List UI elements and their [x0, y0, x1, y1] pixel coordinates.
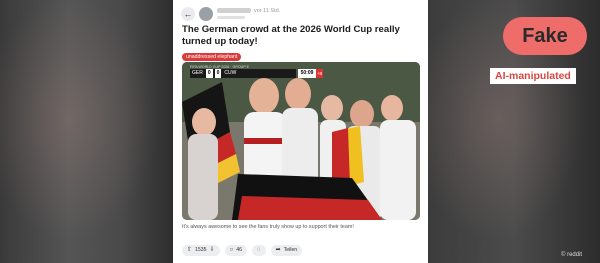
crowd-image	[182, 62, 420, 220]
post-meta: vor 11 Std.	[217, 8, 280, 14]
post-actions: ⇧ 1535 ⇩ ○ 46 ◌ ➦ Teilen	[182, 245, 303, 256]
post-age: vor 11 Std.	[254, 8, 281, 14]
back-button[interactable]: ←	[181, 7, 195, 21]
post-video[interactable]: FIFA WORLD CUP 2026 · GROUP E GER 0 0 CU…	[182, 62, 420, 220]
award-icon: ◌	[257, 247, 261, 253]
share-label: Teilen	[283, 247, 298, 253]
avatar[interactable]	[199, 7, 213, 21]
post-flair[interactable]: unaddressed elephant	[182, 53, 242, 61]
image-credit: © reddit	[561, 252, 583, 258]
share-button[interactable]: ➦ Teilen	[270, 245, 303, 256]
score-right: 0	[214, 69, 222, 78]
post-header: ← vor 11 Std.	[173, 6, 428, 24]
post-caption: It's always awesome to see the fans trul…	[182, 224, 354, 230]
award-button[interactable]: ◌	[252, 245, 266, 256]
comment-icon: ○	[229, 247, 234, 253]
post-title[interactable]: The German crowd at the 2026 World Cup r…	[182, 24, 422, 48]
blurred-subtitle	[217, 16, 245, 19]
scoreboard: GER 0 0 CUW	[190, 69, 296, 78]
blurred-username	[217, 8, 251, 14]
blurred-background-left	[0, 0, 173, 263]
added-time: +8	[316, 69, 323, 78]
vote-button[interactable]: ⇧ 1535 ⇩	[182, 245, 220, 256]
upvote-icon: ⇧	[187, 247, 193, 253]
team-left: GER	[192, 70, 203, 76]
comment-count: 46	[236, 247, 243, 253]
match-clock: 50:09	[298, 69, 316, 78]
fake-badge: Fake	[503, 17, 587, 55]
ai-manipulated-label: AI-manipulated	[490, 68, 576, 84]
downvote-icon: ⇩	[209, 247, 215, 253]
comments-button[interactable]: ○ 46	[224, 245, 248, 256]
team-right: CUW	[224, 70, 237, 76]
arrow-left-icon: ←	[183, 9, 193, 19]
vote-count: 1535	[195, 247, 207, 253]
reddit-post-card: ← vor 11 Std. The German crowd at the 20…	[173, 0, 428, 263]
score-left: 0	[205, 69, 213, 78]
share-icon: ➦	[275, 247, 281, 253]
